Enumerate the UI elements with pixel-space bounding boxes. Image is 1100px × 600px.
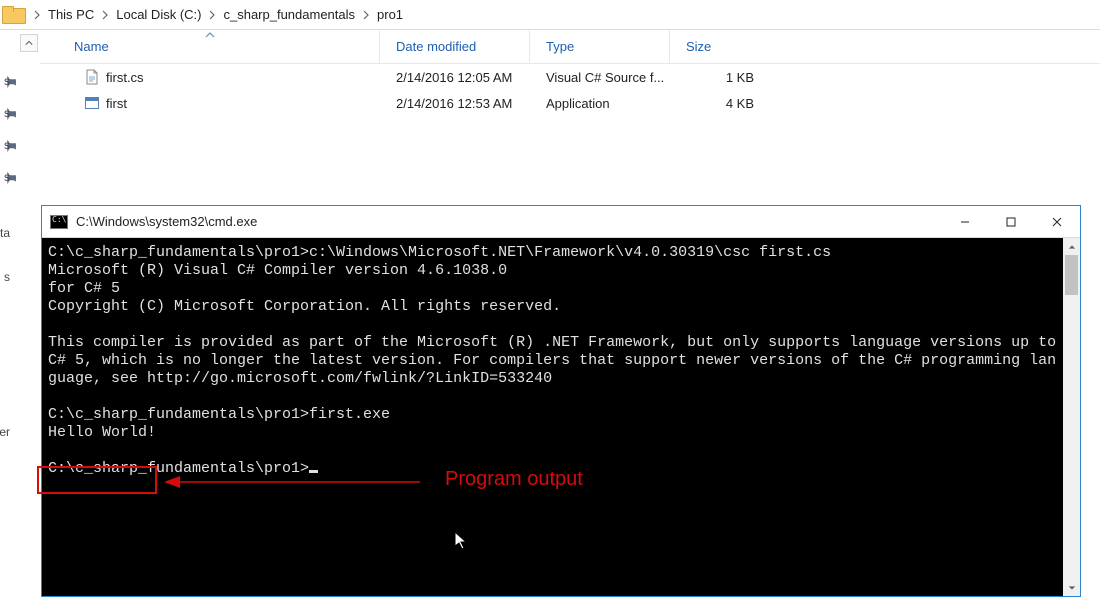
- window-titlebar[interactable]: C:\Windows\system32\cmd.exe: [42, 206, 1080, 238]
- scroll-up-button[interactable]: [1063, 238, 1080, 255]
- nav-item-label[interactable]: nenta: [0, 226, 10, 240]
- column-header-label: Date modified: [396, 39, 476, 54]
- window-controls: [942, 206, 1080, 237]
- file-date: 2/14/2016 12:05 AM: [380, 70, 530, 85]
- column-header-name[interactable]: Name: [40, 30, 380, 63]
- breadcrumb[interactable]: This PC Local Disk (C:) c_sharp_fundamen…: [0, 0, 1100, 30]
- file-size: 4 KB: [670, 96, 770, 111]
- scroll-down-button[interactable]: [1063, 579, 1080, 596]
- sort-asc-icon: [205, 32, 215, 38]
- nav-item-label[interactable]: s: [4, 270, 10, 284]
- application-icon: [84, 95, 100, 111]
- cmd-icon: [50, 215, 68, 229]
- column-header-row: Name Date modified Type Size: [40, 30, 1100, 64]
- chevron-right-icon[interactable]: [359, 0, 373, 30]
- terminal-line: This compiler is provided as part of the…: [48, 334, 1065, 387]
- terminal-output: C:\c_sharp_fundamentals\pro1>c:\Windows\…: [42, 238, 1063, 484]
- scrollbar[interactable]: [1063, 238, 1080, 596]
- column-header-date[interactable]: Date modified: [380, 30, 530, 63]
- file-type: Visual C# Source f...: [530, 70, 670, 85]
- breadcrumb-seg-1[interactable]: Local Disk (C:): [112, 0, 205, 30]
- source-file-icon: [84, 69, 100, 85]
- terminal-line: C:\c_sharp_fundamentals\pro1>c:\Windows\…: [48, 244, 831, 261]
- minimize-button[interactable]: [942, 206, 988, 237]
- chevron-right-icon[interactable]: [98, 0, 112, 30]
- column-header-size[interactable]: Size: [670, 30, 770, 63]
- chevron-right-icon[interactable]: [30, 0, 44, 30]
- column-header-label: Name: [74, 39, 109, 54]
- terminal-line: Microsoft (R) Visual C# Compiler version…: [48, 262, 507, 279]
- file-row[interactable]: first 2/14/2016 12:53 AM Application 4 K…: [40, 90, 1100, 116]
- cursor-icon: [309, 470, 318, 473]
- maximize-button[interactable]: [988, 206, 1034, 237]
- file-size: 1 KB: [670, 70, 770, 85]
- file-row[interactable]: first.cs 2/14/2016 12:05 AM Visual C# So…: [40, 64, 1100, 90]
- folder-icon: [2, 6, 24, 24]
- nav-item-label[interactable]: s: [4, 106, 10, 120]
- terminal-line: Hello World!: [48, 424, 156, 441]
- breadcrumb-seg-0[interactable]: This PC: [44, 0, 98, 30]
- scroll-thumb[interactable]: [1065, 255, 1078, 295]
- chevron-up-icon[interactable]: [20, 34, 38, 52]
- file-name: first.cs: [106, 70, 144, 85]
- breadcrumb-seg-2[interactable]: c_sharp_fundamentals: [219, 0, 359, 30]
- terminal-line: C:\c_sharp_fundamentals\pro1>: [48, 460, 309, 477]
- chevron-right-icon[interactable]: [205, 0, 219, 30]
- breadcrumb-seg-3[interactable]: pro1: [373, 0, 407, 30]
- cmd-window[interactable]: C:\Windows\system32\cmd.exe C:\c_sharp_f…: [41, 205, 1081, 597]
- column-header-type[interactable]: Type: [530, 30, 670, 63]
- file-type: Application: [530, 96, 670, 111]
- nav-item-label[interactable]: s: [4, 138, 10, 152]
- nav-item-label[interactable]: Higher: [0, 425, 10, 439]
- terminal-body[interactable]: C:\c_sharp_fundamentals\pro1>c:\Windows\…: [42, 238, 1080, 596]
- terminal-line: Copyright (C) Microsoft Corporation. All…: [48, 298, 561, 315]
- terminal-line: for C# 5: [48, 280, 120, 297]
- column-header-label: Type: [546, 39, 574, 54]
- close-button[interactable]: [1034, 206, 1080, 237]
- nav-item-label[interactable]: s: [4, 170, 10, 184]
- file-date: 2/14/2016 12:53 AM: [380, 96, 530, 111]
- file-name: first: [106, 96, 127, 111]
- navigation-pane-gutter: s s s s nenta s Higher: [0, 30, 40, 600]
- terminal-line: C:\c_sharp_fundamentals\pro1>first.exe: [48, 406, 390, 423]
- window-title: C:\Windows\system32\cmd.exe: [76, 214, 942, 229]
- nav-item-label[interactable]: s: [4, 74, 10, 88]
- column-header-label: Size: [686, 39, 711, 54]
